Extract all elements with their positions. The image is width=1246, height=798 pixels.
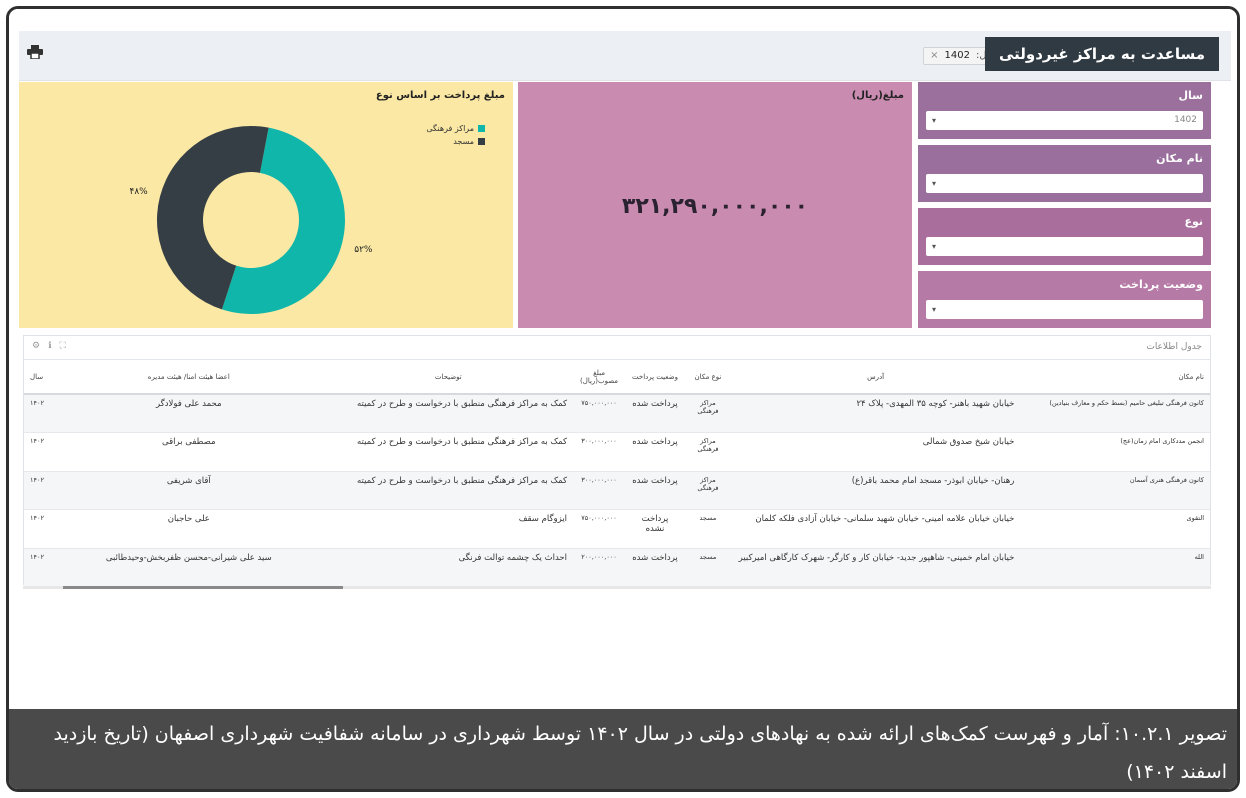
table-cell: ۱۴۰۲ [24, 509, 55, 549]
top-strip [9, 9, 1237, 31]
column-header[interactable]: نام مکان [1020, 360, 1210, 394]
table-row[interactable]: انجمن مددکاری امام زمان(عج) خیابان شیخ صد… [24, 432, 1210, 472]
type-select[interactable]: ▾ [926, 237, 1203, 256]
print-icon[interactable] [27, 45, 43, 60]
table-cell: خیابان خیابان علامه امینی- خیابان شهید س… [730, 509, 1021, 549]
payment-status-select[interactable]: ▾ [926, 300, 1203, 319]
filter-label: سال [1178, 89, 1204, 102]
table-cell: ۲۰۰,۰۰۰,۰۰۰ [573, 548, 626, 587]
amount-value: ۳۲۱,۲۹۰,۰۰۰,۰۰۰ [621, 194, 809, 219]
gear-icon[interactable]: ⚙ [32, 341, 40, 351]
table-cell: پرداخت شده [625, 432, 685, 472]
table-row[interactable]: کانون فرهنگی تبلیغی حامیم (بسط حکم و معا… [24, 394, 1210, 433]
table-cell: کمک به مراکز فرهنگی منطبق با درخواست و ط… [323, 394, 574, 433]
table-cell: خیابان شهید باهنر- کوچه ۳۵ المهدی- پلاک … [730, 394, 1021, 433]
table-cell: کانون فرهنگی تبلیغی حامیم (بسط حکم و معا… [1020, 394, 1210, 433]
table-cell: ۳۰۰,۰۰۰,۰۰۰ [573, 432, 626, 472]
amount-panel: مبلغ(ریال) ۳۲۱,۲۹۰,۰۰۰,۰۰۰ [518, 82, 912, 328]
expand-icon[interactable]: ⛶ [60, 341, 66, 351]
legend-item-mosque[interactable]: مسجد [426, 135, 485, 148]
table-cell: سید علی شیرانی-محسن ظفربخش-وحیدطائبی [54, 548, 324, 587]
donut-chart: ۵۲% ۴۸% [130, 126, 373, 314]
table-cell: ۱۴۰۲ [24, 471, 55, 510]
table-cell: پرداخت شده [625, 394, 685, 433]
table-row[interactable]: الله خیابان امام خمینی- شاهپور جدید- خیاب… [24, 548, 1210, 587]
figure-caption: تصویر ۱۰.۲.۱: آمار و فهرست کمک‌های ارائه… [9, 709, 1237, 789]
table-row[interactable]: کانون فرهنگی هنری آسمان رهنان- خیابان ابو… [24, 471, 1210, 510]
chevron-down-icon: ▾ [932, 242, 937, 251]
data-table: نام مکان آدرس نوع مکان وضعیت پرداخت مبلغ… [24, 360, 1210, 587]
table-cell: مصطفی براقی [54, 432, 324, 472]
table-cell: محمد علی فولادگر [54, 394, 324, 433]
legend-item-cultural[interactable]: مراکز فرهنگی [426, 122, 485, 135]
table-cell: علی حاجبان [54, 509, 324, 549]
table-cell: مسجد [684, 548, 731, 587]
place-name-select[interactable]: ▾ [926, 174, 1203, 193]
table-row[interactable]: التقوی خیابان خیابان علامه امینی- خیابان … [24, 509, 1210, 549]
filter-place-name: نام مکان ▾ [918, 145, 1211, 202]
table-cell: احداث یک چشمه توالت فرنگی [323, 548, 574, 587]
table-cell: ۱۴۰۲ [24, 394, 55, 433]
table-cell: خیابان شیخ صدوق شمالی [730, 432, 1021, 472]
table-cell: خیابان امام خمینی- شاهپور جدید- خیابان ک… [730, 548, 1021, 587]
table-cell: کمک به مراکز فرهنگی منطبق با درخواست و ط… [323, 432, 574, 472]
info-icon[interactable]: ℹ [48, 341, 51, 351]
table-cell: مراکز فرهنگی [684, 471, 731, 510]
filter-label: نام مکان [1156, 152, 1203, 165]
table-cell: ۱۴۰۲ [24, 548, 55, 587]
table-cell: کمک به مراکز فرهنگی منطبق با درخواست و ط… [323, 471, 574, 510]
table-cell: مراکز فرهنگی [684, 432, 731, 472]
chevron-down-icon: ▾ [932, 116, 937, 125]
amount-label: مبلغ(ریال) [851, 90, 904, 101]
table-cell: مراکز فرهنگی [684, 394, 731, 433]
table-cell: رهنان- خیابان ابوذر- مسجد امام محمد باقر… [730, 471, 1021, 510]
chart-legend: مراکز فرهنگی مسجد [426, 122, 485, 148]
dashboard-header: سال: 1402 × مساعدت به مراکز غیردولتی [19, 31, 1231, 81]
chevron-down-icon: ▾ [932, 305, 937, 314]
column-header[interactable]: نوع مکان [685, 360, 731, 394]
table-cell: کانون فرهنگی هنری آسمان [1020, 471, 1210, 510]
horizontal-scrollbar[interactable] [23, 586, 1211, 589]
filter-label: نوع [1184, 215, 1203, 228]
slice-label: ۵۲% [354, 245, 373, 255]
pie-chart-panel: مبلغ پرداخت بر اساس نوع ۵۲% ۴۸% مراکز فره… [19, 82, 513, 328]
column-header[interactable]: سال [24, 360, 54, 394]
column-header[interactable]: وضعیت پرداخت [625, 360, 685, 394]
table-header-row: نام مکان آدرس نوع مکان وضعیت پرداخت مبلغ… [24, 360, 1210, 394]
table-cell: ۷۵۰,۰۰۰,۰۰۰ [573, 509, 626, 549]
column-header[interactable]: مبلغ مصوب(ریال) [573, 360, 625, 394]
chevron-down-icon: ▾ [932, 179, 937, 188]
data-table-panel: جدول اطلاعات ⚙ ℹ ⛶ نام مکان آدرس نوع مکا… [23, 335, 1211, 587]
table-cell: پرداخت شده [625, 471, 685, 510]
screenshot-frame: سال: 1402 × مساعدت به مراکز غیردولتی مبل… [6, 6, 1240, 792]
column-header[interactable]: اعضا هیئت امنا/ هیئت مدیره [54, 360, 323, 394]
table-cell: انجمن مددکاری امام زمان(عج) [1020, 432, 1210, 472]
table-cell: ۷۵۰,۰۰۰,۰۰۰ [573, 394, 626, 433]
table-cell: التقوی [1020, 509, 1210, 549]
filter-type: نوع ▾ [918, 208, 1211, 265]
filter-payment-status: وضعیت پرداخت ▾ [918, 271, 1211, 328]
year-select[interactable]: 1402 ▾ [926, 111, 1203, 130]
page-title: مساعدت به مراکز غیردولتی [984, 37, 1219, 71]
column-header[interactable]: آدرس [731, 360, 1020, 394]
filter-label: وضعیت پرداخت [1119, 278, 1203, 291]
slice-label: ۴۸% [130, 187, 149, 197]
scrollbar-thumb[interactable] [63, 586, 343, 589]
table-cell: پرداخت نشده [625, 509, 685, 549]
table-cell: ۳۰۰,۰۰۰,۰۰۰ [573, 471, 626, 510]
table-toolbar: جدول اطلاعات ⚙ ℹ ⛶ [24, 336, 1210, 360]
chip-value: 1402 [944, 50, 970, 61]
table-title: جدول اطلاعات [1146, 342, 1202, 352]
table-cell: ایزوگام سقف [323, 509, 574, 549]
close-icon[interactable]: × [930, 48, 938, 64]
table-cell: الله [1020, 548, 1210, 587]
table-cell: پرداخت شده [625, 548, 685, 587]
table-cell: مسجد [684, 509, 731, 549]
filter-year: سال 1402 ▾ [918, 82, 1211, 139]
table-cell: ۱۴۰۲ [24, 432, 55, 472]
table-cell: آقای شریفی [54, 471, 324, 510]
column-header[interactable]: توضیحات [324, 360, 574, 394]
